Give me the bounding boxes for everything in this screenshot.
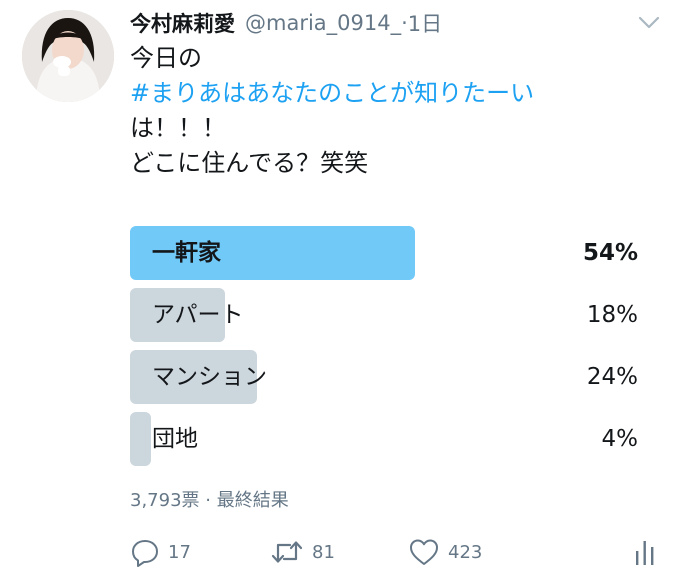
poll-meta-separator: · <box>205 490 211 511</box>
retweet-icon <box>270 537 304 567</box>
poll-option-label: 団地 <box>152 426 198 452</box>
poll-option[interactable]: 一軒家 54% <box>130 226 640 280</box>
user-handle[interactable]: @maria_0914_ <box>245 11 401 35</box>
poll-meta: 3,793票 · 最終結果 <box>130 486 289 512</box>
like-button[interactable]: 423 <box>408 534 482 570</box>
tweet-text-line: は！！！ <box>130 114 226 142</box>
retweet-button[interactable]: 81 <box>270 534 335 570</box>
header-separator: · <box>401 11 408 35</box>
display-name[interactable]: 今村麻莉愛 <box>130 8 235 38</box>
poll-option[interactable]: 団地 4% <box>130 412 640 466</box>
tweet-text-line: 今日の <box>130 44 202 72</box>
poll-option-percent: 54% <box>582 240 638 266</box>
poll-option-label: マンション <box>152 364 267 390</box>
reply-button[interactable]: 17 <box>130 534 191 570</box>
analytics-icon <box>632 537 658 567</box>
retweet-count: 81 <box>312 541 335 563</box>
poll-vote-count: 3,793票 <box>130 490 200 511</box>
poll-option-percent: 18% <box>586 302 638 328</box>
poll-option[interactable]: アパート 18% <box>130 288 640 342</box>
poll-option[interactable]: マンション 24% <box>130 350 640 404</box>
poll-option-bar <box>130 412 151 466</box>
avatar[interactable] <box>22 10 114 102</box>
timestamp[interactable]: 1日 <box>408 8 442 38</box>
tweet-text: 今日の #まりあはあなたのことが知りたーい は！！！ どこに住んでる？笑笑 <box>130 41 670 181</box>
tweet-text-line: どこに住んでる？笑笑 <box>130 149 369 177</box>
tweet-header: 今村麻莉愛 @maria_0914_ · 1日 <box>130 6 442 40</box>
like-icon <box>408 537 440 567</box>
reply-icon <box>130 537 160 567</box>
poll-status: 最終結果 <box>216 490 289 511</box>
chevron-down-icon[interactable] <box>635 12 663 34</box>
like-count: 423 <box>448 541 483 563</box>
reply-count: 17 <box>168 541 191 563</box>
poll-option-percent: 24% <box>586 364 638 390</box>
action-bar: 17 81 423 <box>130 534 660 570</box>
analytics-button[interactable] <box>632 534 658 570</box>
poll-option-label: アパート <box>152 302 244 328</box>
poll-option-label: 一軒家 <box>152 240 221 266</box>
poll: 一軒家 54% アパート 18% マンション 24% 団地 4% <box>130 226 640 474</box>
hashtag-link[interactable]: #まりあはあなたのことが知りたーい <box>130 76 670 111</box>
poll-option-percent: 4% <box>601 426 639 452</box>
